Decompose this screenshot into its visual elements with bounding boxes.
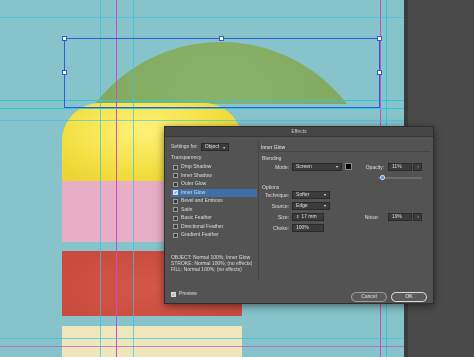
technique-label: Technique: [265, 193, 290, 199]
effects-list: Transparency Drop Shadow Inner Shadow Oute… [171, 155, 257, 240]
technique-select[interactable]: Softer ▾ [292, 191, 330, 199]
selection-handle[interactable] [377, 70, 382, 75]
summary-line: FILL: Normal 100%; (no effects) [171, 267, 242, 273]
effect-item-outer-glow[interactable]: Outer Glow [171, 180, 257, 189]
effects-dialog: Effects Settings for: Object ▾ Transpare… [164, 126, 434, 304]
noise-field[interactable]: 19% [388, 213, 412, 221]
opacity-label: Opacity: [365, 165, 384, 171]
effects-summary: OBJECT: Normal 100%; Inner Glow STROKE: … [171, 255, 257, 273]
effect-checkbox[interactable] [173, 232, 178, 238]
effects-list-header[interactable]: Transparency [171, 155, 257, 161]
effect-checkbox[interactable] [173, 181, 178, 187]
horizontal-guide[interactable] [0, 346, 474, 347]
effect-label: Directional Feather [181, 223, 224, 230]
opacity-slider-knob[interactable] [380, 175, 386, 180]
selection-handle[interactable] [62, 70, 67, 75]
effect-item-satin[interactable]: Satin [171, 206, 257, 215]
choke-field[interactable]: 100% [292, 224, 324, 232]
mode-label: Mode: [275, 165, 289, 171]
noise-value: 19% [392, 214, 403, 220]
size-label: Size: [277, 215, 289, 221]
size-value: 17 mm [301, 214, 317, 220]
horizontal-guide[interactable] [0, 120, 474, 121]
preview-checkbox[interactable]: ✓ [171, 291, 176, 297]
selection-handle[interactable] [62, 36, 67, 41]
effect-item-inner-shadow[interactable]: Inner Shadow [171, 172, 257, 181]
effect-label: Basic Feather [181, 215, 212, 222]
selection-handle[interactable] [377, 36, 382, 41]
chevron-down-icon: ▾ [323, 203, 326, 208]
preview-label: Preview [179, 291, 197, 297]
effect-checkbox[interactable] [173, 173, 178, 179]
effect-label: Gradient Feather [181, 232, 219, 239]
opacity-value: 11% [392, 164, 402, 170]
effect-item-drop-shadow[interactable]: Drop Shadow [171, 163, 257, 172]
effect-checkbox[interactable]: ✓ [173, 190, 178, 196]
technique-value: Softer [296, 192, 310, 198]
effect-label: Drop Shadow [181, 164, 212, 171]
effect-item-directional-feather[interactable]: Directional Feather [171, 223, 257, 232]
dialog-title[interactable]: Effects [165, 127, 433, 137]
selection-handle[interactable] [219, 36, 224, 41]
chevron-right-icon: › [417, 164, 419, 169]
effect-label: Outer Glow [181, 181, 207, 188]
horizontal-guide[interactable] [0, 17, 474, 18]
options-group-label: Options [262, 185, 280, 191]
cream-band [62, 326, 242, 357]
opacity-popup-button[interactable]: › [413, 163, 422, 171]
glow-color-swatch[interactable] [345, 163, 352, 170]
effect-label: Inner Glow [181, 189, 206, 196]
source-value: Edge [296, 203, 308, 209]
horizontal-guide[interactable] [0, 338, 474, 339]
settings-for-row: Settings for: Object ▾ [171, 143, 230, 151]
band-gap [62, 316, 242, 326]
cancel-button[interactable]: Cancel [351, 292, 387, 302]
effect-checkbox[interactable] [173, 215, 178, 221]
effect-label: Bevel and Emboss [181, 198, 223, 205]
effect-label: Inner Shadow [181, 172, 212, 179]
chevron-down-icon: ▾ [335, 164, 338, 169]
chevron-down-icon: ▾ [223, 144, 226, 150]
chevron-down-icon: ▾ [323, 192, 326, 197]
choke-label: Choke: [273, 226, 289, 232]
size-field[interactable]: ⇕ 17 mm [292, 213, 324, 221]
effect-checkbox[interactable] [173, 164, 178, 170]
noise-popup-button[interactable]: › [413, 213, 422, 221]
ok-button[interactable]: OK [391, 292, 427, 302]
effect-item-inner-glow[interactable]: ✓ Inner Glow [171, 188, 257, 197]
choke-value: 100% [296, 225, 309, 231]
mode-value: Screen [296, 164, 312, 170]
settings-for-label: Settings for: [171, 144, 198, 150]
horizontal-guide[interactable] [0, 108, 474, 109]
effect-checkbox[interactable] [173, 207, 178, 213]
effect-item-gradient-feather[interactable]: Gradient Feather [171, 231, 257, 240]
settings-for-value: Object [204, 143, 220, 150]
panel-separator [258, 141, 259, 281]
effect-item-basic-feather[interactable]: Basic Feather [171, 214, 257, 223]
source-label: Source: [271, 204, 289, 210]
chevron-right-icon: › [417, 214, 419, 219]
settings-for-select[interactable]: Object ▾ [200, 143, 230, 151]
effect-label: Satin [181, 206, 193, 213]
panel-divider [260, 151, 430, 152]
effect-checkbox[interactable] [173, 224, 178, 230]
effect-item-bevel-and-emboss[interactable]: Bevel and Emboss [171, 197, 257, 206]
mode-select[interactable]: Screen ▾ [292, 163, 342, 171]
effect-checkbox[interactable] [173, 198, 178, 204]
source-select[interactable]: Edge ▾ [292, 202, 330, 210]
blending-group-label: Blending [262, 156, 282, 162]
opacity-field[interactable]: 11% [388, 163, 412, 171]
preview-row[interactable]: ✓ Preview [171, 291, 197, 297]
selection-frame[interactable] [64, 38, 380, 108]
stepper-icon[interactable]: ⇕ [296, 214, 299, 220]
noise-label: Noise: [364, 215, 379, 221]
